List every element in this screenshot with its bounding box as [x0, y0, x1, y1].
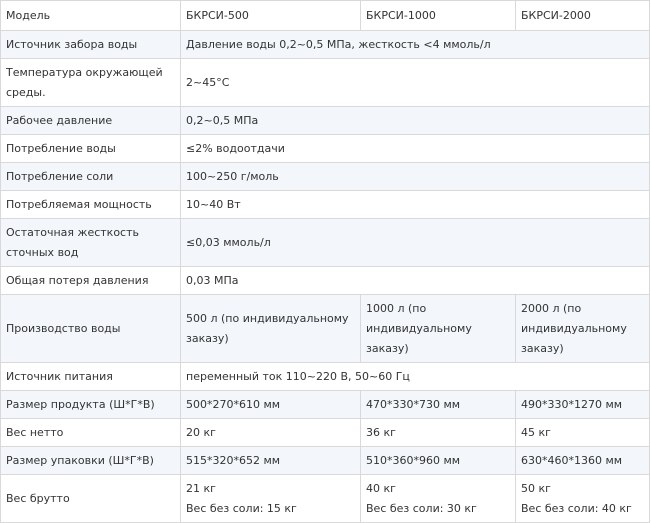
table-row-ambient-temp: Температура окружающей среды. 2~45°C — [0, 58, 650, 107]
water-source-label: Источник забора воды — [0, 30, 181, 59]
no-salt-weight-500: Вес без соли: 15 кг — [186, 501, 297, 515]
table-row-gross-weight: Вес брутто 21 кг Вес без соли: 15 кг 40 … — [0, 474, 650, 523]
table-row-power-consumption: Потребляемая мощность 10~40 Вт — [0, 190, 650, 219]
net-weight-1000: 36 кг — [360, 418, 516, 447]
table-row-package-size: Размер упаковки (Ш*Г*В) 515*320*652 мм 5… — [0, 446, 650, 475]
water-source-value: Давление воды 0,2~0,5 МПа, жесткость <4 … — [180, 30, 650, 59]
gross-weight-1000-value: 40 кг — [366, 481, 396, 495]
no-salt-weight-2000: Вес без соли: 40 кг — [521, 501, 632, 515]
power-consumption-value: 10~40 Вт — [180, 190, 650, 219]
productivity-500: 500 л (по индивидуальному заказу) — [180, 294, 361, 363]
working-pressure-value: 0,2~0,5 МПа — [180, 106, 650, 135]
gross-weight-label: Вес брутто — [0, 474, 181, 523]
salt-consumption-value: 100~250 г/моль — [180, 162, 650, 191]
working-pressure-label: Рабочее давление — [0, 106, 181, 135]
water-consumption-label: Потребление воды — [0, 134, 181, 163]
table-row-net-weight: Вес нетто 20 кг 36 кг 45 кг — [0, 418, 650, 447]
product-size-500: 500*270*610 мм — [180, 390, 361, 419]
table-row-pressure-loss: Общая потеря давления 0,03 МПа — [0, 266, 650, 295]
table-row-productivity: Производство воды 500 л (по индивидуальн… — [0, 294, 650, 363]
residual-hardness-value: ≤0,03 ммоль/л — [180, 218, 650, 267]
ambient-temp-label: Температура окружающей среды. — [0, 58, 181, 107]
table-row-working-pressure: Рабочее давление 0,2~0,5 МПа — [0, 106, 650, 135]
no-salt-weight-1000: Вес без соли: 30 кг — [366, 501, 477, 515]
model-name-2000: БКРСИ-2000 — [515, 0, 650, 31]
power-consumption-label: Потребляемая мощность — [0, 190, 181, 219]
package-size-label: Размер упаковки (Ш*Г*В) — [0, 446, 181, 475]
net-weight-label: Вес нетто — [0, 418, 181, 447]
residual-hardness-label: Остаточная жесткость сточных вод — [0, 218, 181, 267]
net-weight-2000: 45 кг — [515, 418, 650, 447]
table-row-water-consumption: Потребление воды ≤2% водоотдачи — [0, 134, 650, 163]
productivity-2000: 2000 л (по индивидуальному заказу) — [515, 294, 650, 363]
table-row-model: Модель БКРСИ-500 БКРСИ-1000 БКРСИ-2000 — [0, 0, 650, 31]
model-label: Модель — [0, 0, 181, 31]
gross-weight-2000: 50 кг Вес без соли: 40 кг — [515, 474, 650, 523]
table-row-salt-consumption: Потребление соли 100~250 г/моль — [0, 162, 650, 191]
ambient-temp-value: 2~45°C — [180, 58, 650, 107]
pressure-loss-value: 0,03 МПа — [180, 266, 650, 295]
table-row-power-supply: Источник питания переменный ток 110~220 … — [0, 362, 650, 391]
pressure-loss-label: Общая потеря давления — [0, 266, 181, 295]
productivity-label: Производство воды — [0, 294, 181, 363]
package-size-500: 515*320*652 мм — [180, 446, 361, 475]
gross-weight-500-value: 21 кг — [186, 481, 216, 495]
salt-consumption-label: Потребление соли — [0, 162, 181, 191]
package-size-2000: 630*460*1360 мм — [515, 446, 650, 475]
specs-table: Модель БКРСИ-500 БКРСИ-1000 БКРСИ-2000 И… — [0, 0, 650, 523]
water-consumption-value: ≤2% водоотдачи — [180, 134, 650, 163]
model-name-1000: БКРСИ-1000 — [360, 0, 516, 31]
model-name-500: БКРСИ-500 — [180, 0, 361, 31]
table-row-residual-hardness: Остаточная жесткость сточных вод ≤0,03 м… — [0, 218, 650, 267]
net-weight-500: 20 кг — [180, 418, 361, 447]
package-size-1000: 510*360*960 мм — [360, 446, 516, 475]
product-size-label: Размер продукта (Ш*Г*В) — [0, 390, 181, 419]
product-size-2000: 490*330*1270 мм — [515, 390, 650, 419]
gross-weight-2000-value: 50 кг — [521, 481, 551, 495]
gross-weight-500: 21 кг Вес без соли: 15 кг — [180, 474, 361, 523]
product-size-1000: 470*330*730 мм — [360, 390, 516, 419]
power-supply-value: переменный ток 110~220 В, 50~60 Гц — [180, 362, 650, 391]
gross-weight-1000: 40 кг Вес без соли: 30 кг — [360, 474, 516, 523]
table-row-product-size: Размер продукта (Ш*Г*В) 500*270*610 мм 4… — [0, 390, 650, 419]
power-supply-label: Источник питания — [0, 362, 181, 391]
productivity-1000: 1000 л (по индивидуальному заказу) — [360, 294, 516, 363]
table-row-water-source: Источник забора воды Давление воды 0,2~0… — [0, 30, 650, 59]
